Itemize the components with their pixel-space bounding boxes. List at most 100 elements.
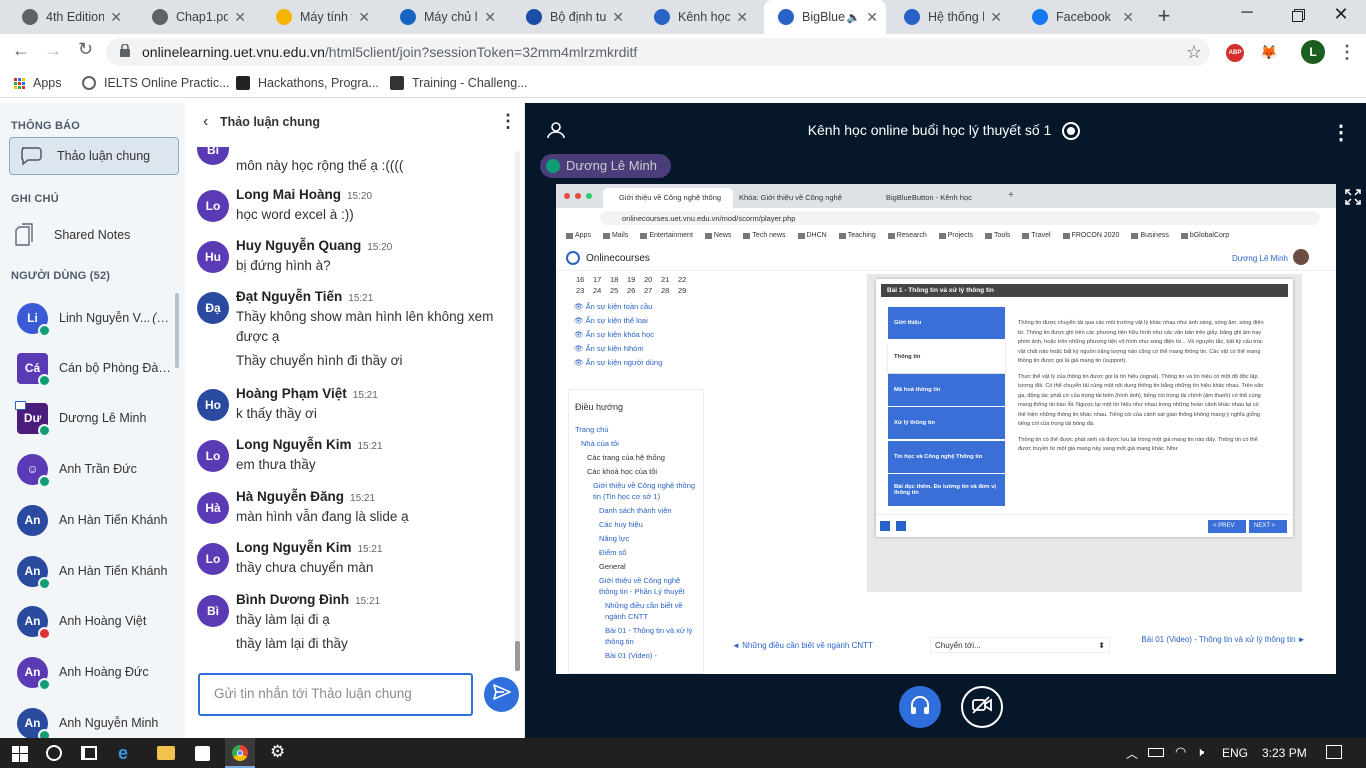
close-tab-icon[interactable]: ✕ [358, 9, 370, 26]
bookmark-star-icon[interactable]: ☆ [1186, 42, 1202, 63]
ss-nav-item: Giới thiệu về Công nghệ thông tin - Phần… [599, 576, 685, 596]
ss-bookmark: FROCON 2020 [1062, 232, 1119, 239]
back-icon[interactable]: ← [12, 40, 30, 61]
close-tab-icon[interactable]: ✕ [1122, 9, 1134, 26]
user-list-item[interactable]: An An Hàn Tiến Khánh [0, 546, 180, 596]
chat-bubble-icon [19, 146, 43, 166]
volume-icon[interactable]: 🕨 [1196, 744, 1204, 760]
user-avatar: An [17, 707, 51, 738]
close-tab-icon[interactable]: ✕ [612, 9, 624, 26]
user-name: Anh Trần Đức [59, 462, 137, 476]
message-text: thầy làm lại đi thầy [236, 636, 348, 651]
wifi-icon[interactable]: ◠ [1175, 744, 1186, 760]
bookmark-hackathons[interactable]: Hackathons, Progra... [236, 76, 379, 90]
user-name: Linh Nguyễn V...(Bạn) [59, 311, 177, 325]
user-list-item[interactable]: An An Hàn Tiến Khánh [0, 495, 180, 545]
extension-fox-icon[interactable]: 🦊 [1260, 44, 1277, 61]
fullscreen-icon[interactable] [1345, 189, 1361, 210]
bookmark-ielts[interactable]: IELTS Online Practic... [82, 76, 230, 90]
browser-tab[interactable]: Hệ thống h ✕ [890, 0, 1010, 34]
send-button[interactable] [484, 677, 519, 712]
recording-icon[interactable] [1062, 122, 1080, 140]
settings-gear-icon[interactable]: ⚙ [270, 742, 285, 762]
message-avatar: Hà [197, 492, 229, 524]
options-icon[interactable]: ⋮ [1331, 120, 1351, 145]
webcam-button[interactable] [961, 686, 1003, 728]
browser-tab[interactable]: Bộ định tuy ✕ [512, 0, 632, 34]
close-tab-icon[interactable]: ✕ [234, 9, 246, 26]
ss-calendar: 16 17 18 19 20 21 22 23 24 25 26 27 28 29 [576, 275, 696, 299]
browser-tab[interactable]: BigBlue 🔈 ✕ [764, 0, 886, 34]
bbb-icon [654, 9, 670, 25]
users-scrollbar[interactable] [175, 293, 179, 368]
edge-icon[interactable]: e [118, 743, 128, 764]
ss-tab-2: Khóa: Giới thiệu về Công nghệ [739, 193, 842, 202]
chrome-taskbar-icon[interactable] [225, 738, 255, 768]
user-list-item[interactable]: Li Linh Nguyễn V...(Bạn) [0, 293, 180, 343]
document-icon [14, 223, 34, 247]
browser-tab[interactable]: Máy tính tra ✕ [262, 0, 378, 34]
battery-icon[interactable] [1148, 748, 1164, 757]
close-window-button[interactable]: ✕ [1328, 4, 1354, 28]
user-list-item[interactable]: An Anh Hoàng Đức [0, 647, 180, 697]
user-list-item[interactable]: ☺ Anh Trần Đức [0, 444, 180, 494]
profile-avatar[interactable]: L [1301, 40, 1325, 64]
send-icon [492, 684, 511, 705]
address-bar[interactable]: onlinelearning.uet.vnu.edu.vn/html5clien… [106, 38, 1210, 66]
chrome-menu-icon[interactable]: ⋮ [1338, 42, 1356, 63]
browser-tab[interactable]: Máy chủ lá ✕ [386, 0, 504, 34]
close-tab-icon[interactable]: ✕ [484, 9, 496, 26]
new-tab-button[interactable]: + [1152, 5, 1176, 29]
notification-center-icon[interactable] [1326, 745, 1342, 759]
chat-scrollbar[interactable] [515, 151, 520, 671]
message-time: 15:21 [352, 390, 378, 401]
user-list-item[interactable]: An Anh Hoàng Việt [0, 596, 180, 646]
audio-button[interactable] [899, 686, 941, 728]
browser-tab[interactable]: 4th Edition ✕ [8, 0, 130, 34]
user-list-item[interactable]: An Anh Nguyễn Minh [0, 698, 180, 738]
ss-nav-item: Các khoá học của tôi [587, 467, 658, 476]
close-tab-icon[interactable]: ✕ [866, 9, 878, 26]
input-language[interactable]: ENG [1222, 746, 1248, 760]
windows-start-icon[interactable] [12, 746, 28, 765]
bookmark-training[interactable]: Training - Challeng... [390, 76, 528, 90]
adblock-icon[interactable]: ABP [1226, 44, 1244, 62]
moodle-logo-icon [566, 251, 580, 265]
chrome-icon [22, 9, 38, 25]
audio-playing-icon[interactable]: 🔈 [847, 11, 861, 24]
muted-mic-icon [38, 626, 51, 640]
browser-tab[interactable]: Chap1.pdf ✕ [138, 0, 254, 34]
forward-icon[interactable]: → [44, 40, 62, 61]
ss-bookmarks: Apps Mails Entertainment News Tech news DHCN T… [566, 230, 1326, 242]
partial-message-text: môn này học rộng thế ạ :(((( [236, 158, 404, 173]
notes-heading: GHI CHÚ [11, 193, 59, 205]
ss-bottom-select: Chuyển tới... ⬍ [930, 637, 1110, 653]
ss-calendar-day: 23 [576, 286, 585, 295]
tray-chevron-up-icon[interactable]: ︿ [1126, 745, 1138, 762]
search-icon[interactable] [46, 745, 62, 761]
ss-nav-item: Bài 01 - Thông tin và xử lý thông tin [605, 626, 693, 646]
maximize-button[interactable] [1284, 6, 1310, 28]
chevron-left-icon[interactable]: ‹ [203, 113, 208, 131]
chat-message: Đạ Đạt Nguyễn Tiến 15:21 Thầy không show mà… [197, 289, 497, 370]
store-icon[interactable] [195, 746, 210, 761]
close-tab-icon[interactable]: ✕ [736, 9, 748, 26]
file-explorer-icon[interactable] [157, 746, 175, 760]
close-tab-icon[interactable]: ✕ [990, 9, 1002, 26]
browser-tab[interactable]: Kênh học o ✕ [640, 0, 756, 34]
chat-options-icon[interactable]: ⋮ [499, 111, 517, 132]
user-list-item[interactable]: Cá Cán bộ Phòng Đào t... [0, 343, 180, 393]
clock[interactable]: 3:23 PM [1262, 746, 1307, 760]
public-chat-item[interactable]: Thảo luận chung [9, 137, 179, 175]
user-list-item[interactable]: Dư Dương Lê Minh [0, 393, 180, 443]
minimize-button[interactable]: ─ [1232, 4, 1262, 28]
browser-tab[interactable]: Facebook ✕ [1018, 0, 1142, 34]
task-view-icon[interactable] [81, 746, 97, 760]
ss-bookmark: Tech news [743, 232, 786, 239]
presentation-area: Kênh học online buổi học lý thuyết số 1 … [525, 103, 1366, 738]
close-tab-icon[interactable]: ✕ [110, 9, 122, 26]
bookmark-apps[interactable]: Apps [14, 76, 62, 90]
shared-notes-item[interactable]: Shared Notes [14, 219, 179, 251]
reload-icon[interactable]: ↻ [78, 39, 93, 60]
chat-input[interactable]: Gửi tin nhắn tới Thảo luận chung [198, 673, 473, 716]
